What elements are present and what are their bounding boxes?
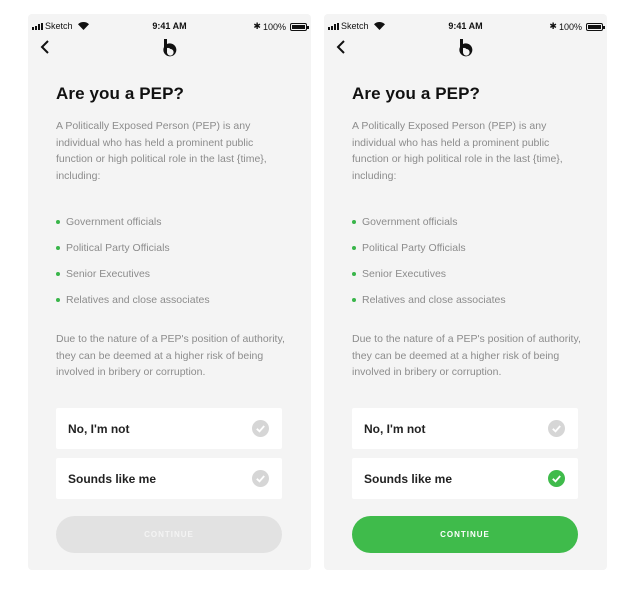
list-item: Senior Executives — [352, 261, 506, 287]
option-yes-label: Sounds like me — [364, 471, 453, 486]
phone-screen-selected: Sketch 9:41 AM ✱ 100% Are you a PEP? A P… — [324, 14, 607, 570]
bullet-icon — [56, 246, 60, 250]
battery-icon — [586, 22, 605, 31]
battery-percent: 100% — [558, 21, 582, 32]
explanation-paragraph: Due to the nature of a PEP's position of… — [56, 333, 285, 378]
continue-button[interactable]: CONTINUE — [352, 516, 578, 553]
intro-paragraph: A Politically Exposed Person (PEP) is an… — [352, 120, 563, 182]
bluetooth-icon: ✱ — [549, 21, 557, 31]
option-yes-label: Sounds like me — [68, 471, 157, 486]
pep-list: Government officials Political Party Off… — [352, 209, 506, 313]
list-item: Political Party Officials — [56, 235, 210, 261]
bullet-icon — [352, 246, 356, 250]
bullet-icon — [352, 220, 356, 224]
status-bar: Sketch 9:41 AM ✱ 100% — [324, 19, 607, 35]
brand-logo-icon — [163, 39, 177, 57]
chevron-left-icon[interactable] — [38, 39, 54, 55]
explanation-paragraph: Due to the nature of a PEP's position of… — [352, 333, 581, 378]
checkmark-circle-icon — [548, 470, 565, 487]
chevron-left-icon[interactable] — [334, 39, 350, 55]
option-no-button[interactable]: No, I'm not — [352, 408, 578, 449]
checkmark-circle-icon — [548, 420, 565, 437]
option-yes-button[interactable]: Sounds like me — [352, 458, 578, 499]
battery-icon — [290, 22, 309, 31]
brand-logo-icon — [459, 39, 473, 57]
list-item: Senior Executives — [56, 261, 210, 287]
page-title: Are you a PEP? — [56, 84, 184, 103]
list-item: Relatives and close associates — [352, 287, 506, 313]
bullet-icon — [56, 272, 60, 276]
checkmark-circle-icon — [252, 420, 269, 437]
battery-percent: 100% — [262, 21, 286, 32]
bullet-icon — [56, 220, 60, 224]
bullet-icon — [352, 298, 356, 302]
intro-paragraph: A Politically Exposed Person (PEP) is an… — [56, 120, 267, 182]
bluetooth-icon: ✱ — [253, 21, 261, 31]
option-no-button[interactable]: No, I'm not — [56, 408, 282, 449]
pep-list: Government officials Political Party Off… — [56, 209, 210, 313]
phone-screen-unselected: Sketch 9:41 AM ✱ 100% Are you a PEP? A P… — [28, 14, 311, 570]
option-no-label: No, I'm not — [364, 421, 426, 436]
bullet-icon — [352, 272, 356, 276]
list-item: Government officials — [352, 209, 506, 235]
option-no-label: No, I'm not — [68, 421, 130, 436]
list-item: Relatives and close associates — [56, 287, 210, 313]
bullet-icon — [56, 298, 60, 302]
checkmark-circle-icon — [252, 470, 269, 487]
status-bar: Sketch 9:41 AM ✱ 100% — [28, 19, 311, 35]
option-yes-button[interactable]: Sounds like me — [56, 458, 282, 499]
page-title: Are you a PEP? — [352, 84, 480, 103]
list-item: Political Party Officials — [352, 235, 506, 261]
list-item: Government officials — [56, 209, 210, 235]
continue-button[interactable]: CONTINUE — [56, 516, 282, 553]
